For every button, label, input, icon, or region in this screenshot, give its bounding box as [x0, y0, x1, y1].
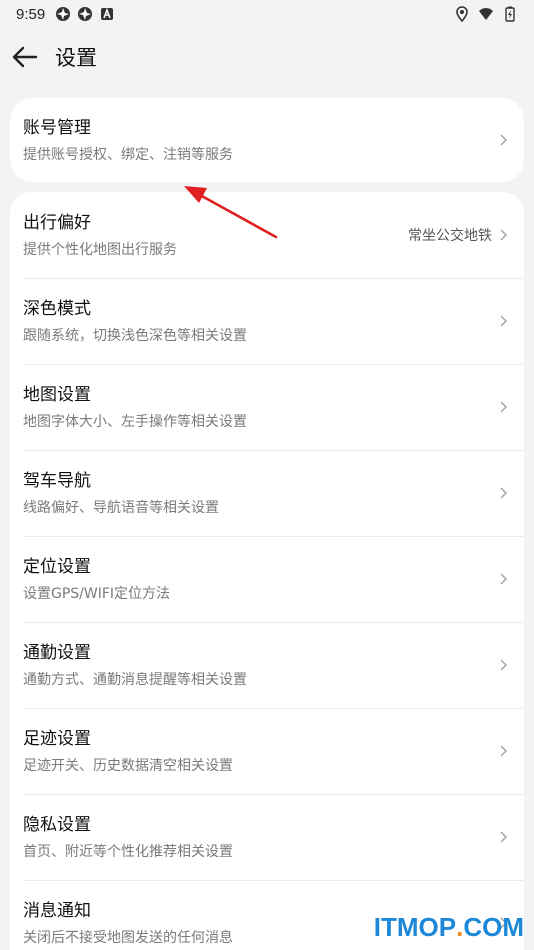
watermark-text: ITMOP — [373, 911, 457, 942]
account-card: 账号管理 提供账号授权、绑定、注销等服务 — [10, 98, 524, 182]
item-subtitle: 通勤方式、通勤消息提醒等相关设置 — [23, 671, 247, 688]
chevron-right-icon — [500, 134, 507, 146]
back-button[interactable] — [10, 42, 40, 72]
settings-list: 出行偏好 提供个性化地图出行服务 常坐公交地铁 深色模式 跟随系统，切换浅色深色… — [10, 192, 524, 950]
item-subtitle: 提供个性化地图出行服务 — [23, 241, 177, 258]
settings-item-travel-preference[interactable]: 出行偏好 提供个性化地图出行服务 常坐公交地铁 — [10, 192, 524, 278]
item-value: 常坐公交地铁 — [408, 228, 492, 244]
item-title: 地图设置 — [23, 384, 91, 405]
item-title: 驾车导航 — [23, 470, 91, 491]
item-subtitle: 提供账号授权、绑定、注销等服务 — [23, 146, 233, 163]
chevron-right-icon — [500, 315, 507, 327]
item-title: 定位设置 — [23, 556, 91, 577]
location-icon — [456, 6, 468, 22]
page-title: 设置 — [55, 46, 97, 70]
aperture-icon — [78, 7, 93, 21]
settings-item-location-settings[interactable]: 定位设置 设置GPS/WIFI定位方法 — [10, 536, 524, 622]
settings-item-commute-settings[interactable]: 通勤设置 通勤方式、通勤消息提醒等相关设置 — [10, 622, 524, 708]
status-left-icons — [55, 6, 115, 22]
app-header: 设置 — [0, 34, 534, 80]
chevron-right-icon — [500, 401, 507, 413]
item-title: 账号管理 — [23, 117, 91, 138]
item-subtitle: 地图字体大小、左手操作等相关设置 — [23, 413, 247, 430]
aperture-icon — [56, 7, 71, 21]
item-title: 足迹设置 — [23, 728, 91, 749]
status-right-icons — [454, 6, 518, 22]
settings-item-privacy-settings[interactable]: 隐私设置 首页、附近等个性化推荐相关设置 — [10, 794, 524, 880]
item-subtitle: 跟随系统，切换浅色深色等相关设置 — [23, 327, 247, 344]
item-subtitle: 足迹开关、历史数据清空相关设置 — [23, 757, 233, 774]
arrow-left-icon — [12, 46, 38, 68]
watermark-logo: ITMOP. COM — [374, 912, 524, 942]
chevron-right-icon — [500, 229, 507, 241]
item-title: 深色模式 — [23, 298, 91, 319]
item-title: 隐私设置 — [23, 814, 91, 835]
watermark-dot: . — [456, 911, 464, 942]
status-time: 9:59 — [16, 5, 46, 23]
settings-item-map-settings[interactable]: 地图设置 地图字体大小、左手操作等相关设置 — [10, 364, 524, 450]
chevron-right-icon — [500, 659, 507, 671]
chevron-right-icon — [500, 745, 507, 757]
battery-icon — [505, 6, 515, 22]
item-title: 通勤设置 — [23, 642, 91, 663]
account-management-item[interactable]: 账号管理 提供账号授权、绑定、注销等服务 — [10, 98, 524, 182]
watermark-text: COM — [463, 911, 524, 942]
chevron-right-icon — [500, 487, 507, 499]
settings-item-dark-mode[interactable]: 深色模式 跟随系统，切换浅色深色等相关设置 — [10, 278, 524, 364]
chevron-right-icon — [500, 831, 507, 843]
item-title: 出行偏好 — [23, 212, 91, 233]
settings-item-driving-navigation[interactable]: 驾车导航 线路偏好、导航语音等相关设置 — [10, 450, 524, 536]
chevron-right-icon — [500, 573, 507, 585]
status-bar: 9:59 — [0, 0, 534, 28]
settings-item-footprint-settings[interactable]: 足迹设置 足迹开关、历史数据清空相关设置 — [10, 708, 524, 794]
app-a-icon — [101, 7, 114, 20]
item-subtitle: 线路偏好、导航语音等相关设置 — [23, 499, 219, 516]
item-subtitle: 设置GPS/WIFI定位方法 — [23, 585, 171, 602]
wifi-icon — [479, 8, 493, 20]
item-subtitle: 首页、附近等个性化推荐相关设置 — [23, 843, 233, 860]
